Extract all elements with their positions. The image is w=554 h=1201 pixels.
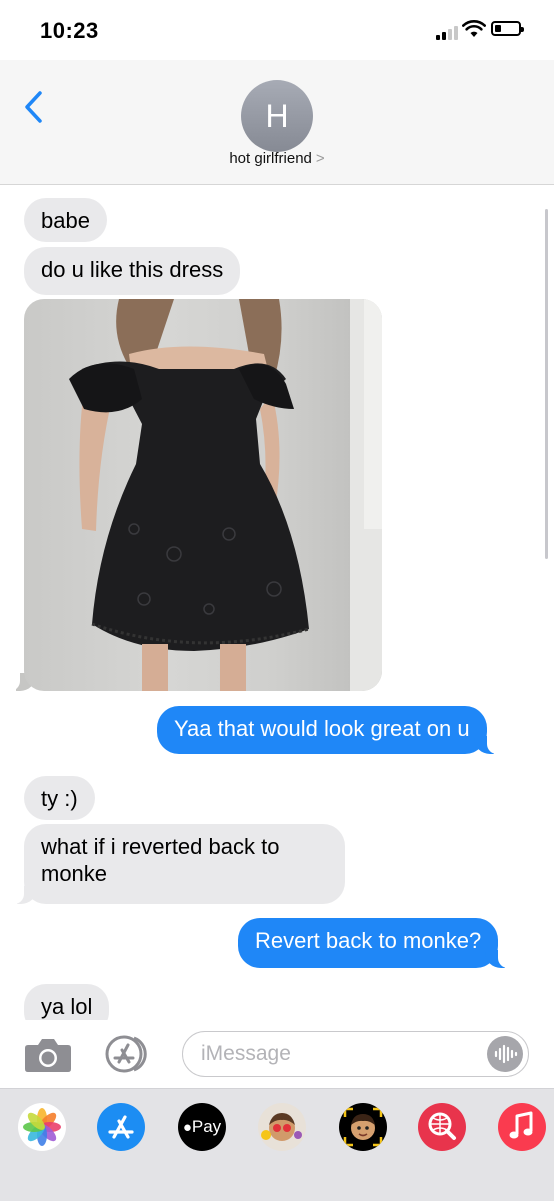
- memoji-stickers-icon[interactable]: [258, 1103, 306, 1151]
- status-time: 10:23: [40, 18, 99, 43]
- status-bar: 10:23: [0, 0, 554, 60]
- message-thread[interactable]: babe do u like this dress Yaa that would…: [0, 185, 554, 1020]
- contact-name-button[interactable]: hot girlfriend >: [0, 150, 554, 167]
- scroll-indicator: [545, 209, 548, 559]
- contact-avatar[interactable]: H: [241, 80, 313, 152]
- wifi-icon: [462, 20, 486, 37]
- incoming-message[interactable]: what if i reverted back to monke: [12, 824, 345, 904]
- incoming-message[interactable]: babe: [24, 198, 107, 242]
- conversation-header: H hot girlfriend >: [0, 60, 554, 185]
- compose-bar: iMessage: [0, 1020, 554, 1088]
- imessage-app-drawer: ● Pay: [0, 1088, 554, 1201]
- imessage-placeholder: iMessage: [201, 1042, 291, 1065]
- outgoing-message[interactable]: Yaa that would look great on u: [157, 706, 499, 754]
- chevron-right-icon: >: [315, 150, 325, 167]
- audio-message-icon[interactable]: [487, 1036, 523, 1072]
- cellular-signal-icon: [436, 26, 458, 40]
- apple-pay-icon[interactable]: ● Pay: [178, 1103, 226, 1151]
- imessage-input[interactable]: iMessage: [182, 1031, 529, 1077]
- incoming-message[interactable]: ya lol: [24, 984, 110, 1020]
- app-store-toggle-icon[interactable]: [104, 1034, 156, 1074]
- black-dress-photo[interactable]: [24, 299, 382, 691]
- incoming-message[interactable]: do u like this dress: [24, 247, 241, 295]
- music-icon[interactable]: [498, 1103, 546, 1151]
- web-search-icon[interactable]: [418, 1103, 466, 1151]
- app-store-icon[interactable]: [97, 1103, 145, 1151]
- animoji-icon[interactable]: [339, 1103, 387, 1151]
- dress-photo-illustration: [69, 299, 382, 691]
- apple-pay-label: Pay: [191, 1117, 222, 1136]
- battery-icon: [491, 21, 524, 36]
- outgoing-message[interactable]: Revert back to monke?: [238, 918, 511, 968]
- contact-name: hot girlfriend: [229, 150, 312, 167]
- camera-icon[interactable]: [24, 1037, 72, 1073]
- incoming-message[interactable]: ty :): [24, 776, 95, 820]
- back-chevron-icon[interactable]: [22, 90, 46, 124]
- photos-icon[interactable]: [18, 1103, 66, 1151]
